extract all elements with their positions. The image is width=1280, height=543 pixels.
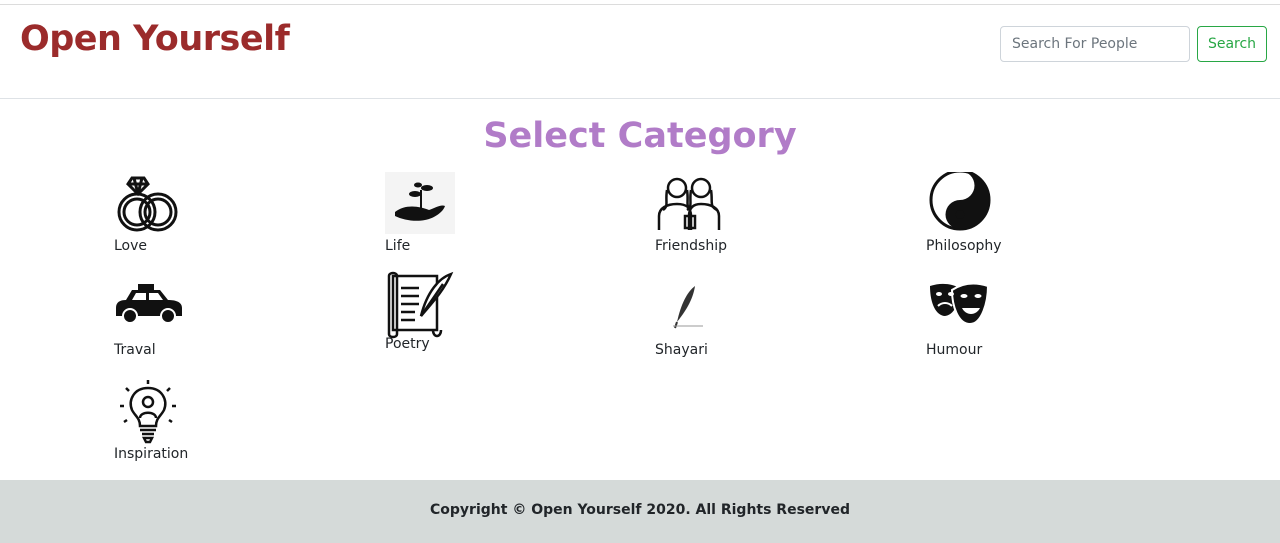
search-button[interactable]: Search [1197, 26, 1267, 62]
scroll-quill-icon [387, 271, 454, 339]
category-philosophy[interactable]: Philosophy [926, 172, 1076, 272]
category-humour[interactable]: Humour [926, 276, 1076, 376]
brand-logo-link[interactable]: Open Yourself [20, 19, 290, 59]
category-label: Friendship [655, 238, 727, 254]
rings-icon [117, 176, 178, 232]
category-label: Shayari [655, 342, 708, 358]
copyright-text: Copyright © Open Yourself 2020. All Righ… [430, 502, 850, 518]
category-traval[interactable]: Traval [114, 276, 264, 376]
category-shayari[interactable]: Shayari [655, 276, 805, 376]
footer: Copyright © Open Yourself 2020. All Righ… [0, 480, 1280, 543]
category-poetry[interactable]: Poetry [385, 270, 535, 370]
category-label: Humour [926, 342, 983, 358]
page-title: Select Category [483, 116, 797, 156]
category-friendship[interactable]: Friendship [655, 172, 805, 272]
category-label: Poetry [385, 336, 430, 352]
idea-bulb-icon [120, 380, 176, 444]
category-love[interactable]: Love [114, 172, 264, 272]
search-input[interactable] [1000, 26, 1190, 62]
taxi-icon [116, 284, 182, 324]
friends-icon [657, 177, 721, 230]
yin-yang-icon [929, 172, 991, 231]
category-label: Philosophy [926, 238, 1002, 254]
plant-in-hand-icon [385, 172, 455, 234]
theater-masks-icon [930, 282, 990, 326]
category-label: Inspiration [114, 446, 189, 462]
category-label: Traval [114, 342, 156, 358]
quill-icon [673, 286, 703, 329]
category-label: Life [385, 238, 411, 254]
category-life[interactable]: Life [385, 172, 535, 272]
category-inspiration[interactable]: Inspiration [114, 380, 264, 480]
category-label: Love [114, 238, 148, 254]
navbar: Open Yourself Search [0, 5, 1280, 99]
